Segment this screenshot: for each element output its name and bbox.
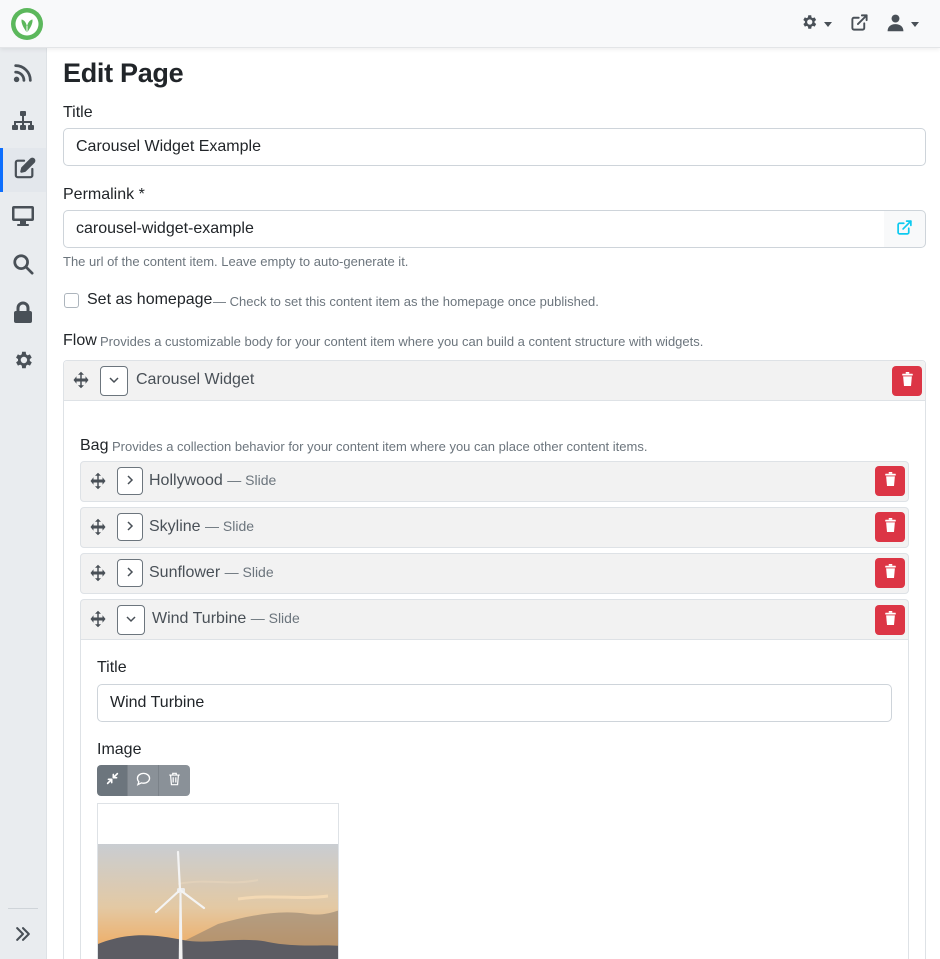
sidebar-item-structure[interactable] bbox=[0, 101, 46, 145]
settings-dropdown[interactable] bbox=[800, 12, 832, 36]
sidebar-item-feeds[interactable] bbox=[0, 53, 46, 97]
slide-title: Skyline — Slide bbox=[149, 518, 255, 535]
chevron-right-icon bbox=[124, 519, 136, 536]
slide-title: Wind Turbine — Slide bbox=[152, 610, 300, 627]
homepage-label[interactable]: Set as homepage bbox=[87, 291, 212, 309]
slide-title-input[interactable]: Wind Turbine bbox=[97, 684, 892, 722]
chevron-right-icon bbox=[124, 565, 136, 582]
chevron-down-icon bbox=[824, 21, 832, 27]
compress-icon bbox=[106, 772, 119, 789]
top-navbar bbox=[0, 0, 940, 48]
lock-icon bbox=[13, 301, 33, 327]
rss-icon bbox=[12, 62, 34, 88]
gear-icon bbox=[800, 13, 818, 35]
delete-slide-button[interactable] bbox=[875, 512, 905, 542]
bag-label: Bag bbox=[80, 437, 109, 454]
slide-title: Hollywood — Slide bbox=[149, 472, 277, 489]
move-handle-icon[interactable] bbox=[89, 518, 107, 536]
trash-icon bbox=[884, 564, 897, 582]
collapse-toggle-button[interactable] bbox=[117, 605, 145, 635]
bag-item-wind-turbine: Wind Turbine — Slide bbox=[80, 599, 909, 639]
image-caption-button[interactable] bbox=[128, 765, 159, 796]
collapse-toggle-button[interactable] bbox=[100, 366, 128, 396]
bag-item-skyline: Skyline — Slide bbox=[80, 507, 909, 548]
delete-widget-button[interactable] bbox=[892, 366, 922, 396]
sidebar-item-search[interactable] bbox=[0, 244, 46, 288]
slide-image-preview[interactable] bbox=[97, 803, 339, 959]
trash-icon bbox=[884, 611, 897, 629]
bag-item-sunflower: Sunflower — Slide bbox=[80, 553, 909, 594]
user-icon bbox=[886, 13, 905, 36]
delete-slide-button[interactable] bbox=[875, 605, 905, 635]
expand-toggle-button[interactable] bbox=[117, 513, 143, 541]
sidebar-item-configuration[interactable] bbox=[0, 340, 46, 384]
orchard-logo-icon[interactable] bbox=[10, 7, 44, 41]
open-permalink-button[interactable] bbox=[884, 210, 926, 248]
widget-title: Carousel Widget bbox=[136, 371, 255, 388]
visit-site-link[interactable] bbox=[850, 12, 869, 36]
delete-slide-button[interactable] bbox=[875, 466, 905, 496]
trash-icon bbox=[884, 472, 897, 490]
admin-sidebar bbox=[0, 48, 47, 959]
chevron-down-icon bbox=[108, 373, 120, 390]
chevron-right-icon bbox=[124, 473, 136, 490]
sidebar-collapse-button[interactable] bbox=[0, 914, 46, 958]
bag-hint: Provides a collection behavior for your … bbox=[112, 439, 648, 454]
title-input[interactable]: Carousel Widget Example bbox=[63, 128, 926, 166]
sidebar-item-design[interactable] bbox=[0, 196, 46, 240]
move-handle-icon[interactable] bbox=[89, 610, 107, 628]
slide-title-label: Title bbox=[97, 659, 127, 676]
delete-slide-button[interactable] bbox=[875, 558, 905, 588]
image-toolbar bbox=[97, 765, 190, 796]
move-handle-icon[interactable] bbox=[89, 564, 107, 582]
external-link-icon bbox=[850, 13, 869, 36]
title-label: Title bbox=[63, 104, 93, 121]
sitemap-icon bbox=[11, 110, 35, 136]
expand-toggle-button[interactable] bbox=[117, 467, 143, 495]
slide-editor-body: Title Wind Turbine Image bbox=[80, 639, 909, 959]
cog-icon bbox=[12, 349, 34, 375]
permalink-hint: The url of the content item. Leave empty… bbox=[63, 254, 409, 269]
chevron-down-icon bbox=[125, 612, 137, 629]
expand-toggle-button[interactable] bbox=[117, 559, 143, 587]
trash-icon bbox=[168, 772, 181, 790]
external-link-icon bbox=[896, 219, 913, 240]
sidebar-item-security[interactable] bbox=[0, 292, 46, 336]
flow-hint: Provides a customizable body for your co… bbox=[100, 334, 704, 349]
sidebar-divider bbox=[8, 908, 38, 909]
move-handle-icon[interactable] bbox=[72, 371, 90, 389]
permalink-input[interactable]: carousel-widget-example bbox=[63, 210, 885, 248]
trash-icon bbox=[901, 372, 914, 390]
edit-icon bbox=[14, 157, 36, 183]
comment-icon bbox=[136, 772, 151, 790]
page-title: Edit Page bbox=[63, 58, 184, 88]
homepage-checkbox[interactable] bbox=[64, 293, 79, 308]
carousel-widget-header: Carousel Widget bbox=[64, 361, 925, 401]
sidebar-item-content[interactable] bbox=[0, 148, 46, 192]
search-icon bbox=[12, 253, 34, 279]
slide-title: Sunflower — Slide bbox=[149, 564, 274, 581]
bag-item-hollywood: Hollywood — Slide bbox=[80, 461, 909, 502]
flow-label: Flow bbox=[63, 332, 97, 349]
move-handle-icon[interactable] bbox=[89, 472, 107, 490]
carousel-widget: Carousel Widget Bag Provides a collectio… bbox=[63, 360, 926, 959]
wind-turbine-photo bbox=[98, 804, 338, 959]
homepage-hint: — Check to set this content item as the … bbox=[213, 294, 599, 309]
permalink-label: Permalink * bbox=[63, 186, 145, 203]
image-resize-button[interactable] bbox=[97, 765, 128, 796]
image-remove-button[interactable] bbox=[159, 765, 190, 796]
trash-icon bbox=[884, 518, 897, 536]
double-chevron-right-icon bbox=[13, 924, 33, 948]
chevron-down-icon bbox=[911, 21, 919, 27]
user-menu-dropdown[interactable] bbox=[886, 12, 919, 36]
desktop-icon bbox=[11, 205, 35, 231]
image-label: Image bbox=[97, 741, 142, 758]
